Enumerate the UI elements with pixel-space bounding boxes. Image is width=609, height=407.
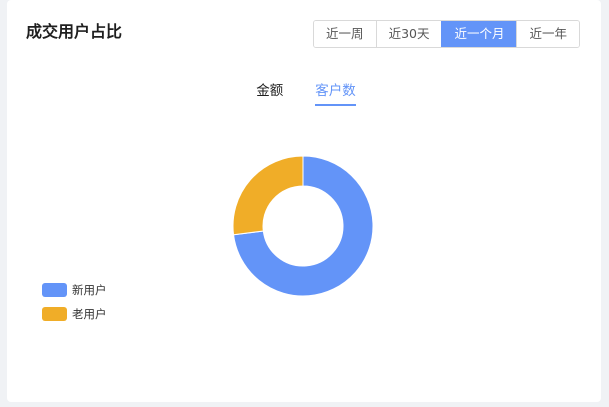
chart-legend: 新用户 老用户	[42, 282, 107, 330]
legend-label-old-user: 老用户	[72, 307, 107, 321]
donut-chart	[232, 155, 374, 297]
legend-item-old-user[interactable]: 老用户	[42, 306, 107, 322]
legend-swatch-new-user	[42, 283, 67, 297]
donut-slice-old-user[interactable]	[232, 155, 304, 236]
legend-swatch-old-user	[42, 307, 67, 321]
legend-item-new-user[interactable]: 新用户	[42, 282, 107, 298]
legend-label-new-user: 新用户	[72, 283, 107, 297]
user-share-card: 成交用户占比 近一周 近30天 近一个月 近一年 金额 客户数 新用户 老用户	[7, 0, 601, 402]
